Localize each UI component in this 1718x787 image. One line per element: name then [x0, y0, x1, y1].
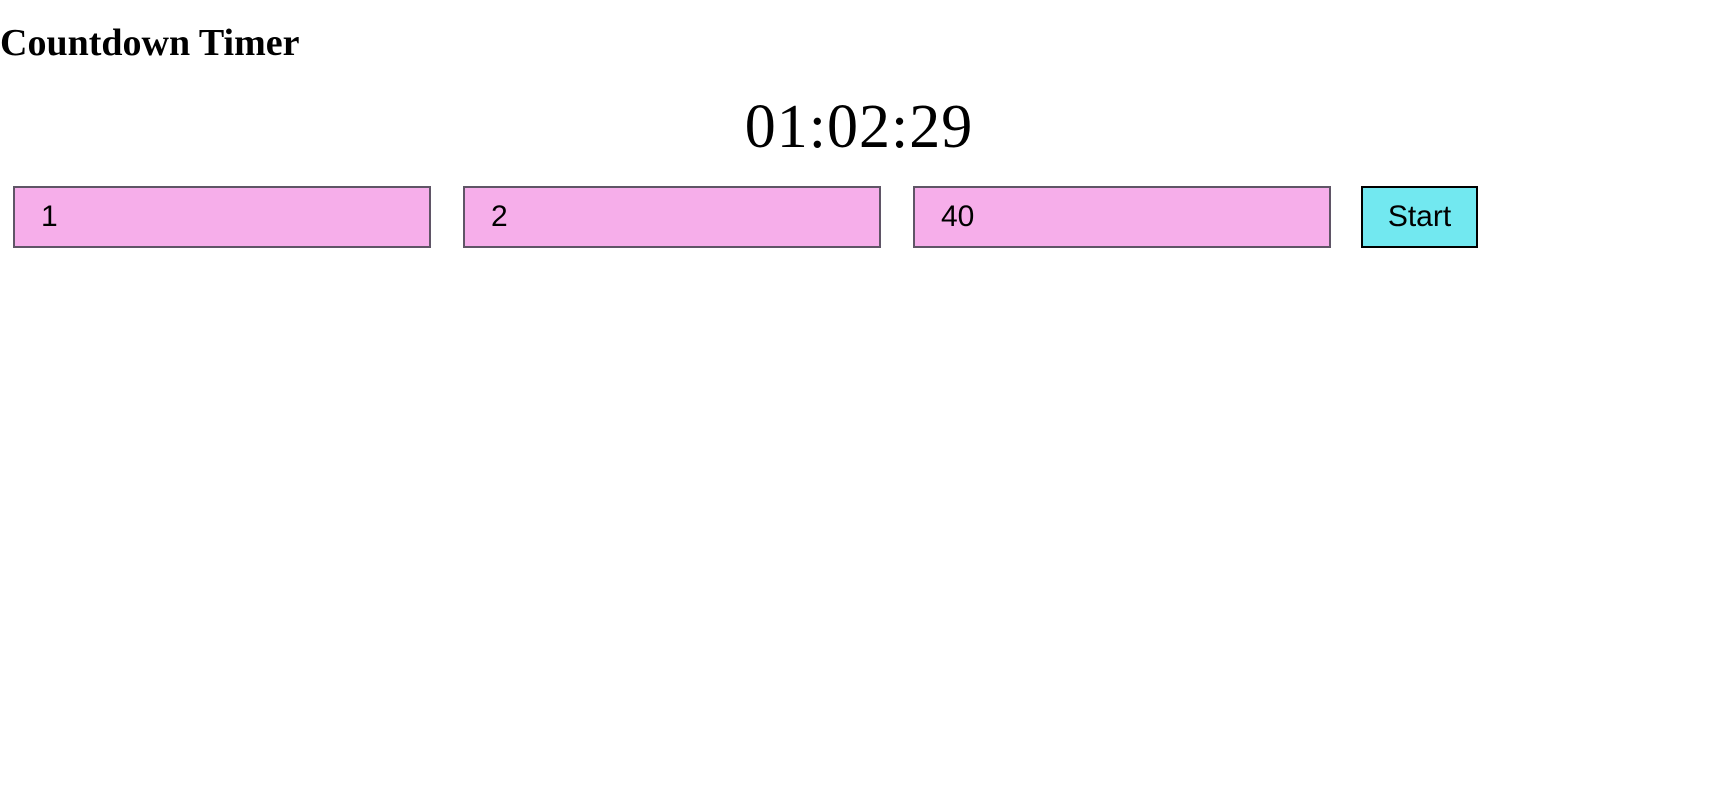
page-title: Countdown Timer	[0, 22, 300, 64]
timer-display: 01:02:29	[744, 93, 974, 161]
minutes-input[interactable]	[463, 186, 881, 248]
hours-input[interactable]	[13, 186, 431, 248]
start-button[interactable]: Start	[1361, 186, 1478, 248]
seconds-input[interactable]	[913, 186, 1331, 248]
